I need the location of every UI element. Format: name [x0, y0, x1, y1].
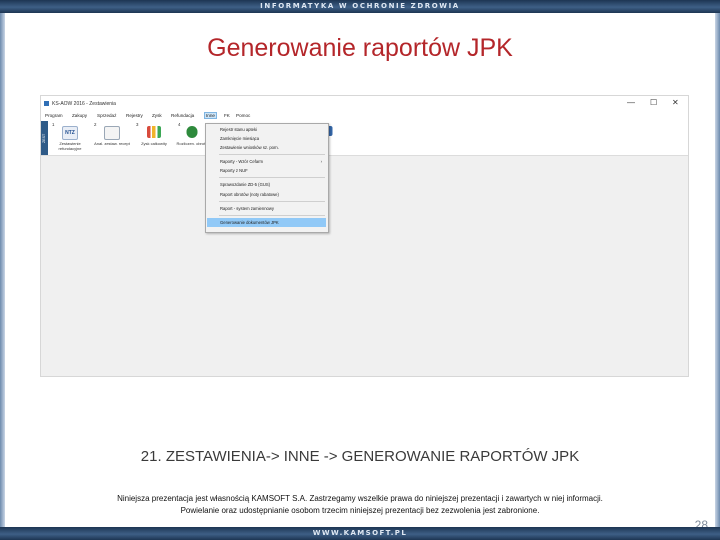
menu-zakupy[interactable]: Zakupy [71, 113, 88, 118]
app-menubar: Program Zakupy Sprzedaż Rejestry Zysk Re… [41, 112, 688, 121]
menu-separator [219, 154, 325, 155]
menu-sprzedaz[interactable]: Sprzedaż [96, 113, 117, 118]
menu-item-generowanie-jpk[interactable]: Generowanie dokumentów JPK [207, 218, 326, 227]
menu-item-raport-system-zamiennowy[interactable]: Raport - system zamiennowy [220, 204, 274, 213]
app-titlebar: KS-AOW 2016 - Zestawienia — ☐ ✕ [41, 96, 688, 112]
menu-item-sprawozdanie-zd5[interactable]: Sprawozdanie ZD-5 (GUS) [220, 180, 270, 189]
menu-separator [219, 215, 325, 216]
tile-label: Zestawienie refundacyjne [58, 141, 82, 151]
chevron-right-icon: › [320, 159, 322, 164]
footnote-line-2: Powielanie oraz udostępnianie osobom trz… [180, 506, 540, 515]
menu-item-rejestr-stanu-apteki[interactable]: Rejestr stanu apteki [220, 125, 257, 134]
money-bag-icon [186, 126, 198, 138]
menu-fk[interactable]: FK [223, 113, 231, 118]
app-window-title: KS-AOW 2016 - Zestawienia [52, 101, 116, 107]
app-logo-icon [44, 101, 49, 106]
menu-zysk[interactable]: Zysk [151, 113, 163, 118]
menu-item-raporty-z-nuf[interactable]: Raporty z NUF [220, 166, 248, 175]
menu-pomoc[interactable]: Pomoc [235, 113, 251, 118]
ribbon-side-label: ZEST [42, 133, 46, 143]
ntz-document-icon: NTZ [62, 126, 78, 140]
top-banner: INFORMATYKA W OCHRONIE ZDROWIA [0, 0, 720, 13]
ribbon-tile-anal-zestaw-recept[interactable]: 2 Anal. zestaw. recept [92, 121, 132, 155]
copyright-footnote: Niniejsza prezentacja jest własnością KA… [60, 493, 660, 517]
tile-number: 1 [52, 122, 55, 127]
app-ribbon: ZEST 1 NTZ Zestawienie refundacyjne 2 An… [41, 121, 688, 156]
slide-title: Generowanie raportów JPK [207, 34, 513, 62]
footnote-line-1: Niniejsza prezentacja jest własnością KA… [117, 494, 603, 503]
tile-number: 2 [94, 122, 97, 127]
close-button[interactable]: ✕ [672, 98, 679, 107]
menu-item-zestawienie-wnioskow[interactable]: Zestawienie wniosków sz. porn. [220, 143, 279, 152]
ribbon-tile-zestawienie-refundacyjne[interactable]: 1 NTZ Zestawienie refundacyjne [50, 121, 90, 155]
prescription-icon [104, 126, 120, 140]
tile-label: Rozliczen. obrotu [176, 141, 208, 146]
bottom-banner: WWW.KAMSOFT.PL [0, 527, 720, 540]
maximize-button[interactable]: ☐ [650, 98, 657, 107]
menu-item-raport-obrotow[interactable]: Raport obrotów (noty rabatowe) [220, 190, 279, 199]
menu-inne[interactable]: Inne [204, 112, 217, 119]
tile-label: Anal. zestaw. recept [94, 141, 130, 146]
slide-caption: 21. ZESTAWIENIA-> INNE -> GENEROWANIE RA… [140, 448, 580, 465]
menu-refundacja[interactable]: Refundacja [170, 113, 195, 118]
bar-chart-icon [147, 126, 161, 138]
tile-number: 4 [178, 122, 181, 127]
minimize-button[interactable]: — [627, 98, 635, 107]
menu-item-label: Raporty - Wzór Cefarm [220, 159, 264, 164]
menu-separator [219, 177, 325, 178]
ribbon-side-tab[interactable]: ZEST [41, 121, 48, 155]
app-screenshot: KS-AOW 2016 - Zestawienia — ☐ ✕ Program … [40, 95, 689, 377]
tile-label: Zysk całkowity [141, 141, 167, 146]
ribbon-tile-zysk-calkowity[interactable]: 3 Zysk całkowity [134, 121, 174, 155]
menu-rejestry[interactable]: Rejestry [125, 113, 144, 118]
menu-item-zamkniecie-miesiaca[interactable]: Zamknięcie miesiąca [220, 134, 259, 143]
menu-item-raporty-wzor-cefarm[interactable]: Raporty - Wzór Cefarm › [220, 157, 326, 166]
ribbon-tile-rozliczen-obrotu[interactable]: 4 Rozliczen. obrotu [176, 121, 208, 155]
inne-dropdown-menu: Rejestr stanu apteki Zamknięcie miesiąca… [205, 123, 329, 233]
tile-number: 3 [136, 122, 139, 127]
menu-separator [219, 201, 325, 202]
menu-program[interactable]: Program [44, 113, 64, 118]
